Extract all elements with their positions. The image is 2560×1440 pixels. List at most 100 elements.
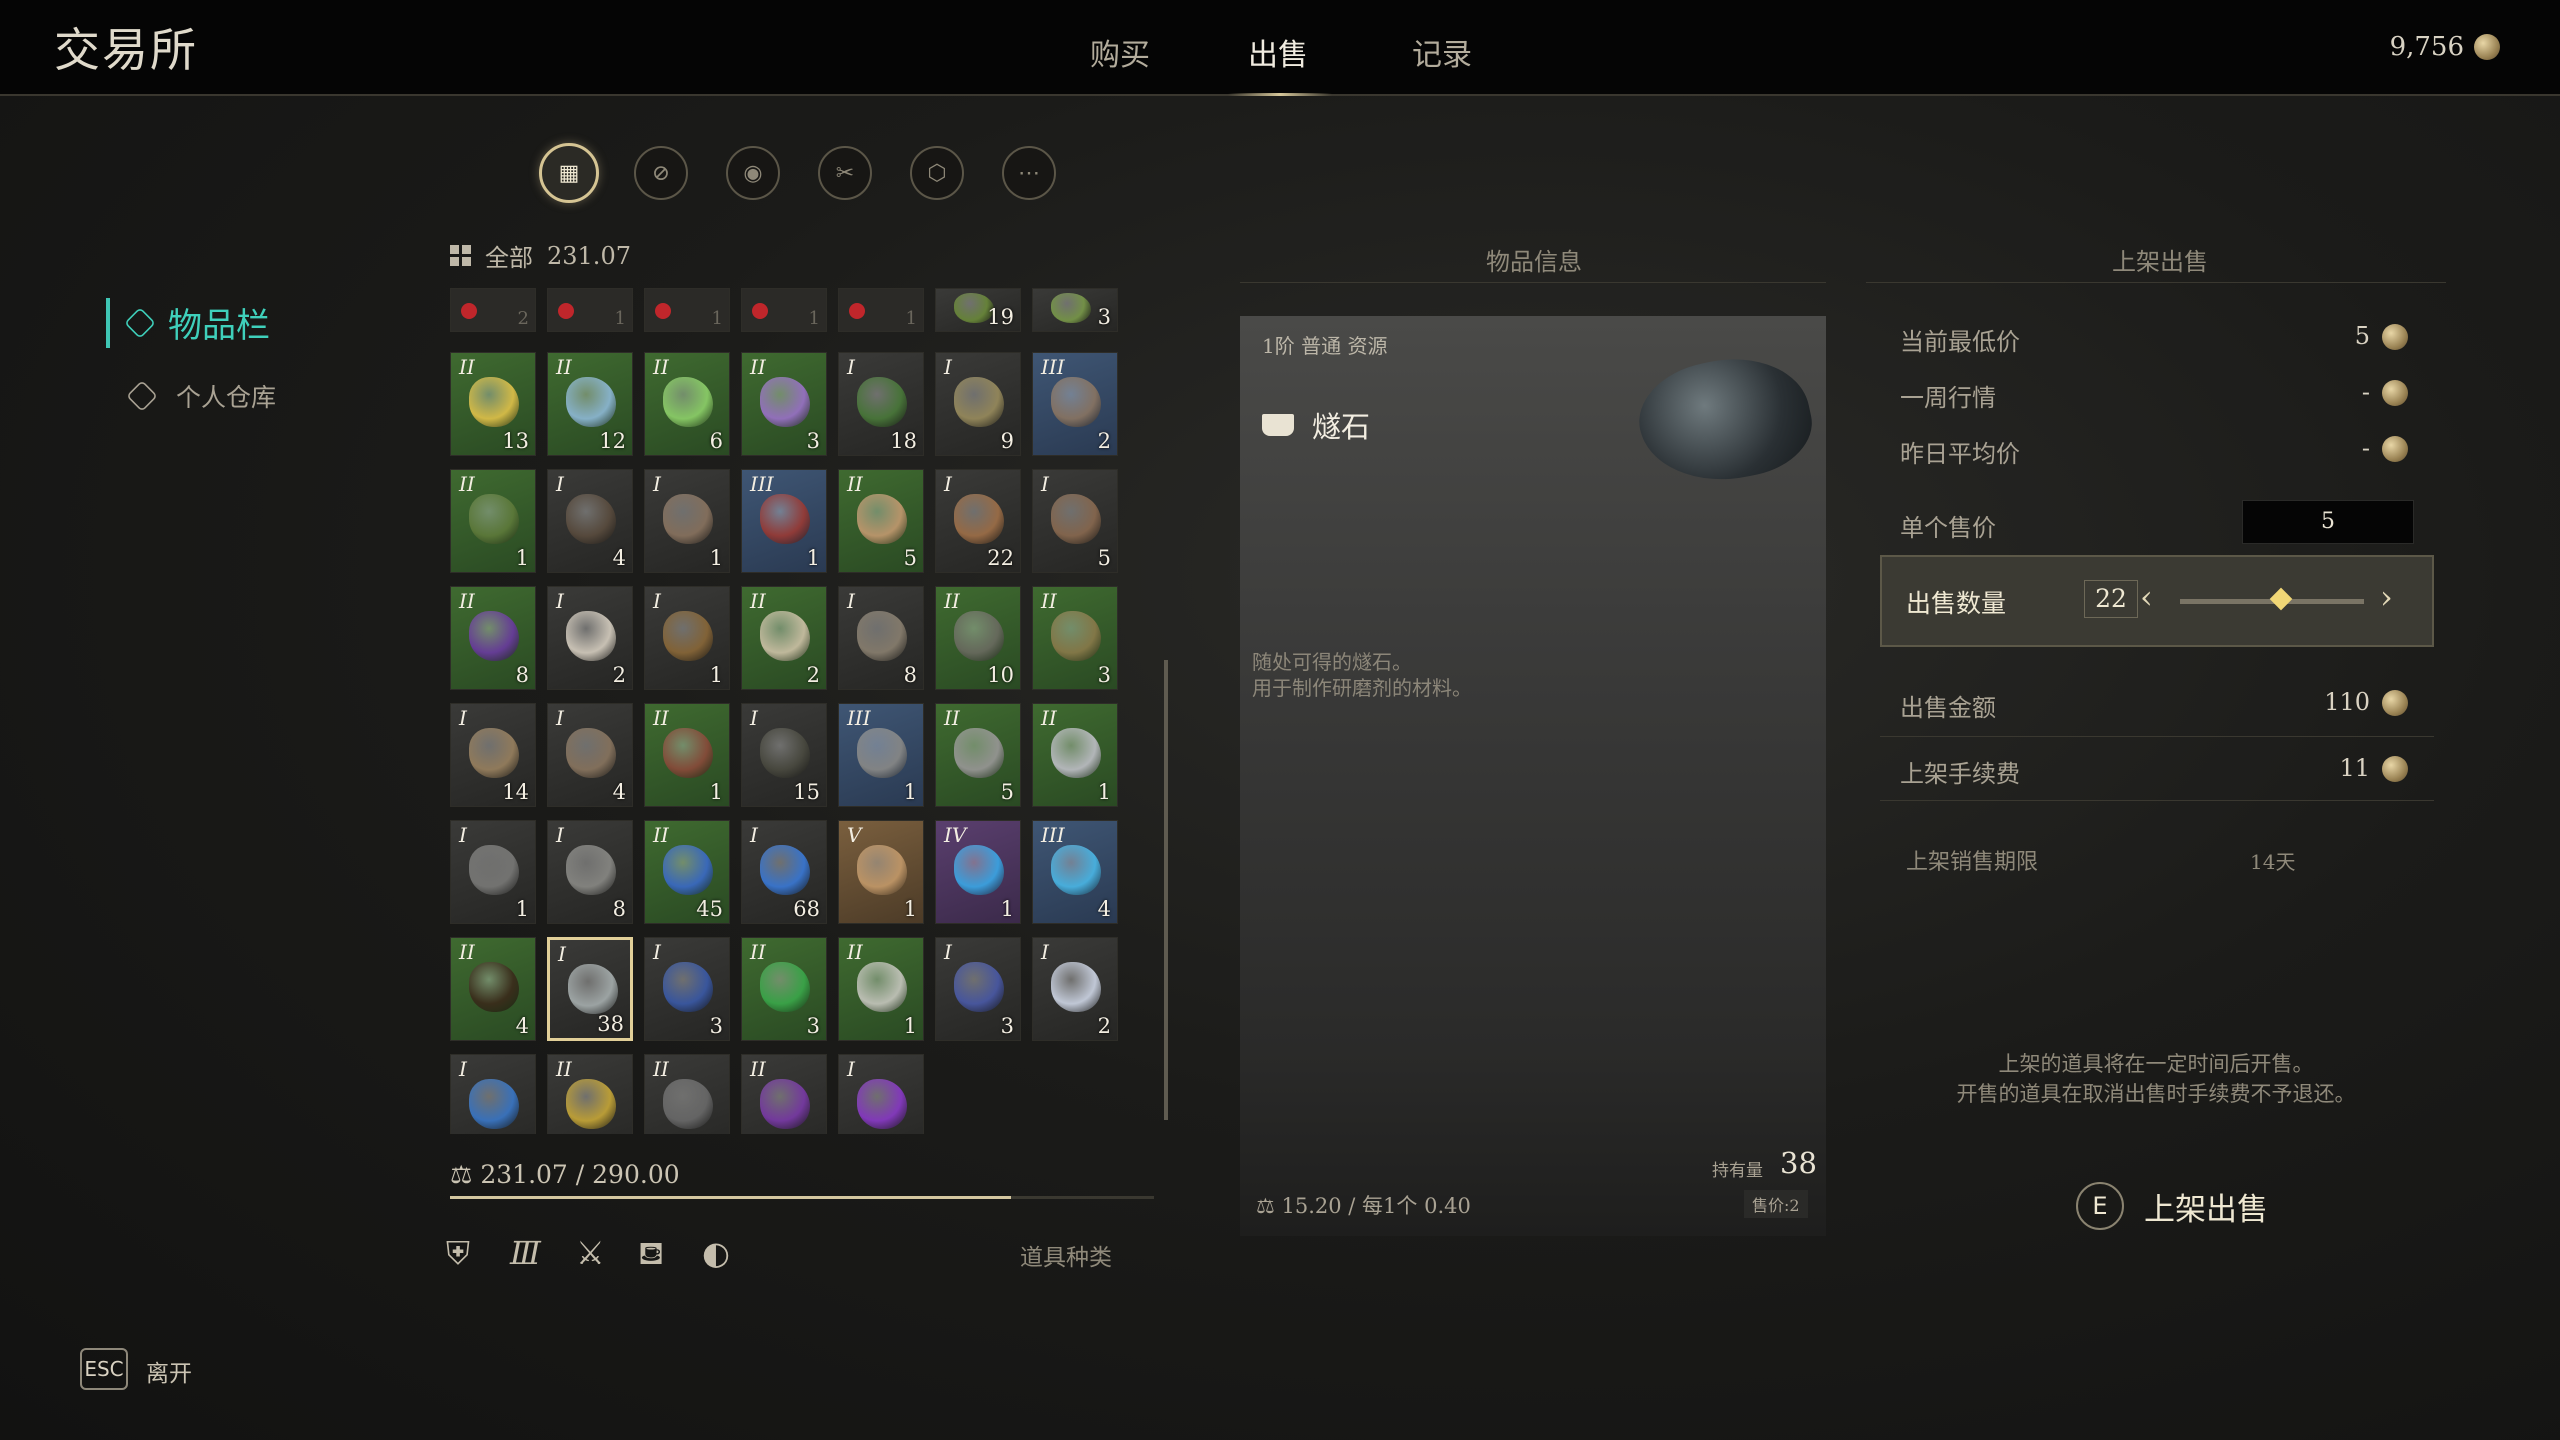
inventory-slot[interactable]: I2 <box>1032 937 1118 1041</box>
list-for-sale-button[interactable]: E 上架出售 <box>2076 1182 2268 1230</box>
exit-label[interactable]: 离开 <box>146 1354 192 1388</box>
material-filter[interactable]: ◉ <box>726 146 780 200</box>
chevron-right-icon[interactable]: › <box>2380 578 2393 616</box>
inventory-slot[interactable]: 19 <box>935 288 1021 332</box>
inventory-slot[interactable]: II 5 <box>838 469 924 573</box>
inventory-slot[interactable]: II 6 <box>644 352 730 456</box>
inventory-slot[interactable]: 3 <box>1032 288 1118 332</box>
inventory-slot[interactable]: II 3 <box>741 937 827 1041</box>
inventory-slot[interactable]: II 1 <box>1032 703 1118 807</box>
more-filter[interactable]: ⋯ <box>1002 146 1056 200</box>
currency-display: 9,756 <box>2390 32 2500 62</box>
esc-key[interactable]: ESC <box>80 1348 128 1390</box>
inventory-grid: 2 1 1 1 1 19 3 II 13 II 12 II 6 II 3 I 18 I 9 III 2 II 1 I 4 I 1 II… <box>450 288 1124 1134</box>
nav-warehouse[interactable]: 个人仓库 <box>126 378 276 414</box>
inventory-slot[interactable]: II 1 <box>838 937 924 1041</box>
inventory-slot[interactable]: II 5 <box>935 703 1021 807</box>
inventory-slot[interactable]: I 18 <box>838 352 924 456</box>
inventory-slot[interactable]: I1 <box>644 586 730 690</box>
item-tier: III <box>1041 355 1065 379</box>
item-tier: I <box>558 942 566 966</box>
bag-icon[interactable]: ⛾ <box>638 1234 664 1276</box>
inventory-slot[interactable]: II 12 <box>547 352 633 456</box>
inventory-slot[interactable]: I1 <box>450 820 536 924</box>
inventory-slot[interactable]: III 2 <box>1032 352 1118 456</box>
inventory-slot[interactable]: I4 <box>547 469 633 573</box>
item-type-label[interactable]: 道具种类 <box>1020 1238 1112 1272</box>
inventory-slot[interactable]: II 10 <box>935 586 1021 690</box>
tab-buy[interactable]: 购买 <box>1090 30 1150 74</box>
moon-icon[interactable]: ◐ <box>702 1234 730 1272</box>
all-filter[interactable]: ▦ <box>539 143 599 203</box>
equipment-filter[interactable]: ⊘ <box>634 146 688 200</box>
item-tier: II <box>1041 706 1057 730</box>
unit-price-input[interactable]: 5 <box>2242 500 2414 544</box>
inventory-slot[interactable]: II <box>547 1054 633 1134</box>
inventory-slot[interactable]: II <box>741 1054 827 1134</box>
inventory-slot[interactable]: IV 1 <box>935 820 1021 924</box>
inventory-slot[interactable]: I9 <box>935 352 1021 456</box>
inventory-slot[interactable]: I8 <box>547 820 633 924</box>
item-count: 2 <box>1097 429 1111 453</box>
item-tier: V <box>847 823 862 847</box>
inventory-slot[interactable]: II 1 <box>450 469 536 573</box>
tab-sell[interactable]: 出售 <box>1248 30 1308 74</box>
crossed-swords-icon[interactable]: ⚔ <box>576 1234 605 1272</box>
inventory-slot[interactable]: II 8 <box>450 586 536 690</box>
inventory-slot[interactable]: II 4 <box>450 937 536 1041</box>
inventory-slot[interactable]: I2 <box>547 586 633 690</box>
inventory-slot[interactable]: I3 <box>935 937 1021 1041</box>
coin-icon <box>2382 756 2408 782</box>
item-icon <box>857 1079 907 1129</box>
item-count: 1 <box>515 546 529 570</box>
warehouse-icon <box>126 380 158 412</box>
grid-scrollbar[interactable] <box>1164 660 1168 1120</box>
inventory-slot[interactable]: II 1 <box>644 703 730 807</box>
armor-icon[interactable]: ⛨ <box>446 1234 470 1273</box>
inventory-slot[interactable]: II 3 <box>1032 586 1118 690</box>
inventory-slot[interactable]: III 4 <box>1032 820 1118 924</box>
inventory-slot[interactable]: I4 <box>547 703 633 807</box>
inventory-slot[interactable]: I <box>450 1054 536 1134</box>
inventory-slot[interactable]: III 1 <box>741 469 827 573</box>
inventory-slot[interactable]: II 45 <box>644 820 730 924</box>
inventory-slot[interactable]: I 38 <box>547 937 633 1041</box>
inventory-slot[interactable]: I 14 <box>450 703 536 807</box>
item-count: 3 <box>806 1014 820 1038</box>
coin-icon <box>2382 324 2408 350</box>
inventory-slot[interactable]: I 15 <box>741 703 827 807</box>
item-tier: II <box>556 355 572 379</box>
item-count: 3 <box>806 429 820 453</box>
list-for-sale-label: 上架出售 <box>2144 1191 2268 1228</box>
inventory-slot[interactable]: II 2 <box>741 586 827 690</box>
tool-filter[interactable]: ✂ <box>818 146 872 200</box>
inventory-slot[interactable]: II 3 <box>741 352 827 456</box>
inventory-slot[interactable]: I8 <box>838 586 924 690</box>
item-icon <box>857 611 907 661</box>
chevron-left-icon[interactable]: ‹ <box>2140 578 2153 616</box>
listing-fee-value: 11 <box>2339 754 2370 782</box>
quantity-input[interactable]: 22 <box>2084 580 2138 618</box>
inventory-slot[interactable]: I 22 <box>935 469 1021 573</box>
item-tier: I <box>556 472 564 496</box>
inventory-slot[interactable]: I1 <box>644 469 730 573</box>
item-tier: II <box>750 1057 766 1081</box>
bars-icon[interactable]: Ⅲ <box>510 1234 541 1272</box>
box-filter[interactable]: ⬡ <box>910 146 964 200</box>
inventory-slot[interactable]: I5 <box>1032 469 1118 573</box>
coin-icon <box>2382 436 2408 462</box>
tab-history[interactable]: 记录 <box>1412 30 1472 74</box>
item-icon <box>566 494 616 544</box>
inventory-slot[interactable]: II 13 <box>450 352 536 456</box>
item-tier: I <box>459 1057 467 1081</box>
inventory-slot[interactable]: III 1 <box>838 703 924 807</box>
inventory-slot[interactable]: I <box>838 1054 924 1134</box>
slot-count: 1 <box>905 308 917 329</box>
inventory-slot[interactable]: I 68 <box>741 820 827 924</box>
inventory-slot[interactable]: I3 <box>644 937 730 1041</box>
nav-inventory[interactable]: 物品栏 <box>124 298 270 347</box>
inventory-slot[interactable]: II <box>644 1054 730 1134</box>
inventory-slot[interactable]: V1 <box>838 820 924 924</box>
total-amount-value: 110 <box>2324 688 2370 716</box>
divider <box>1240 282 1826 283</box>
